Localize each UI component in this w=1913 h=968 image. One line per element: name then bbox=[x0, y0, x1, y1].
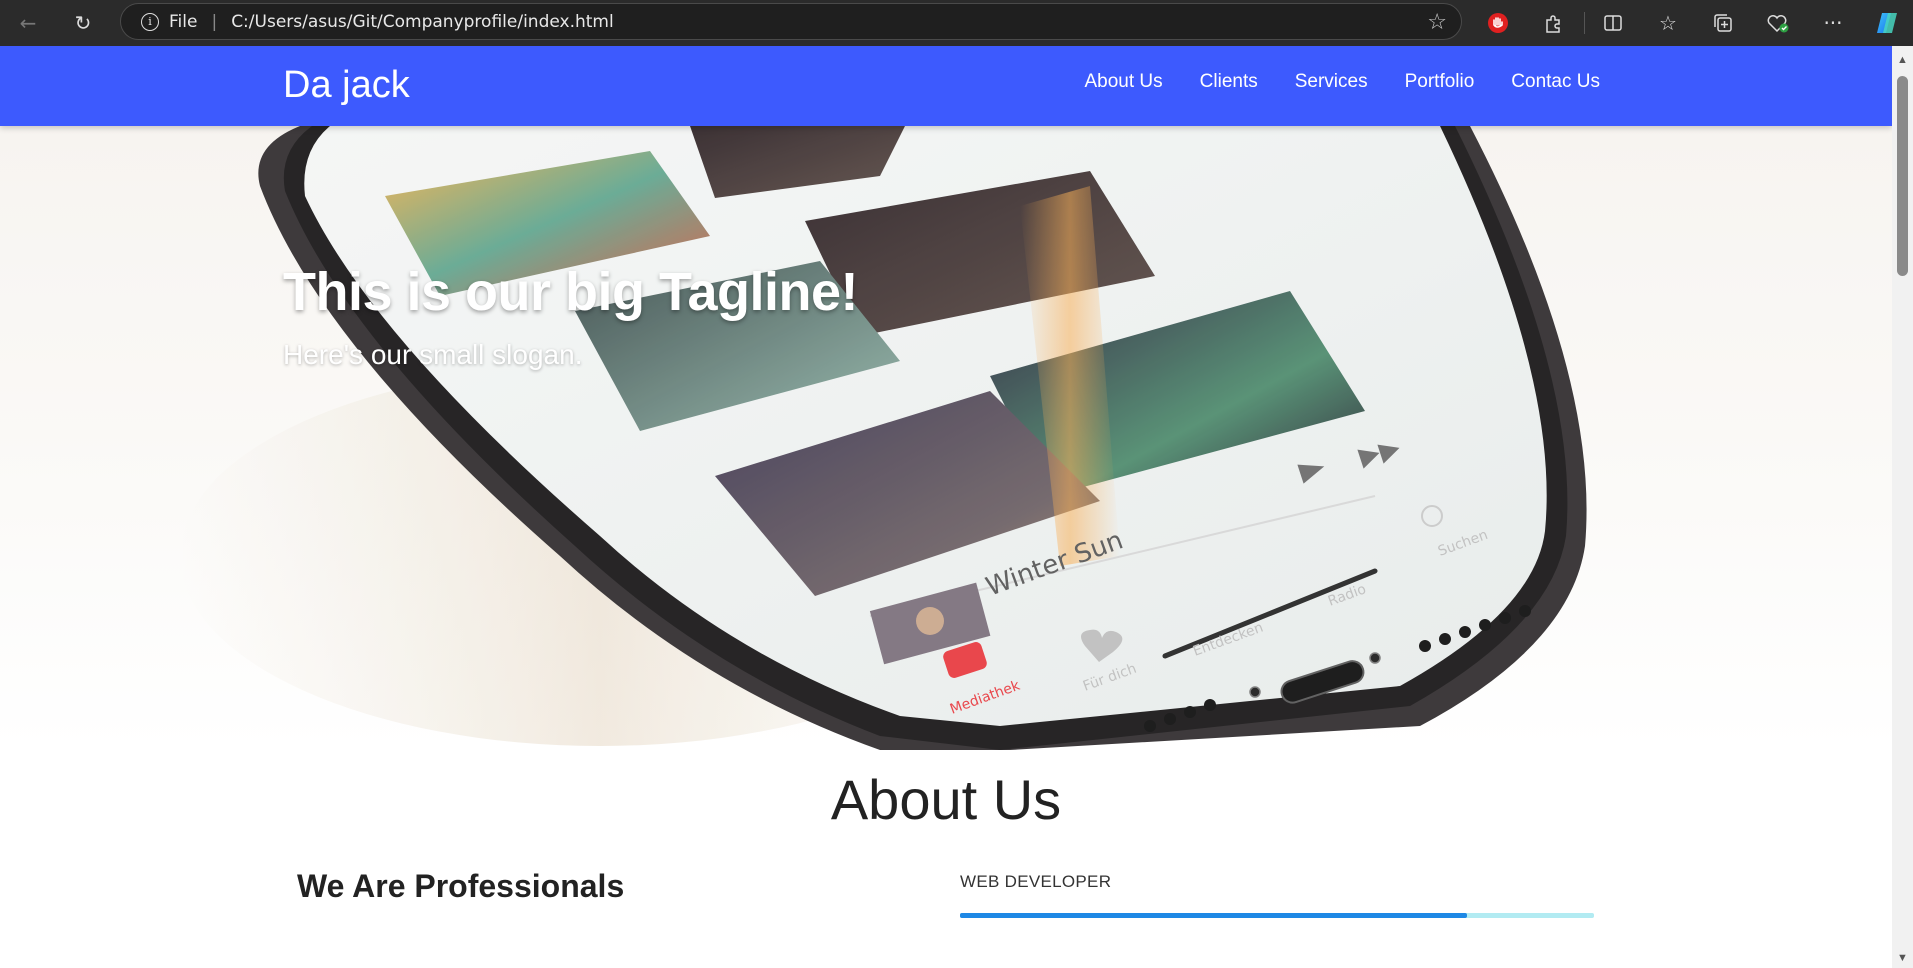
split-screen-icon[interactable] bbox=[1596, 6, 1630, 40]
browser-toolbar: ← ↻ i File | C:/Users/asus/Git/Companypr… bbox=[0, 0, 1913, 46]
scroll-down-icon[interactable]: ▼ bbox=[1897, 952, 1908, 964]
navbar: Da jack About Us Clients Services Portfo… bbox=[0, 46, 1892, 126]
nav-link-services[interactable]: Services bbox=[1295, 71, 1368, 93]
hero-slogan: Here's our small slogan. bbox=[283, 339, 583, 370]
skill-progress-bar bbox=[960, 913, 1594, 918]
copilot-icon[interactable] bbox=[1870, 6, 1904, 40]
toolbar-divider bbox=[1584, 12, 1585, 34]
page-scrollbar[interactable]: ▲ ▼ bbox=[1892, 46, 1913, 968]
nav-link-contact[interactable]: Contac Us bbox=[1511, 71, 1600, 93]
about-section-title: About Us bbox=[830, 768, 1062, 831]
nav-link-about-us[interactable]: About Us bbox=[1085, 71, 1163, 93]
nav-links: About Us Clients Services Portfolio Cont… bbox=[1085, 71, 1601, 93]
skill-progress-fill bbox=[960, 913, 1468, 918]
scroll-up-icon[interactable]: ▲ bbox=[1897, 54, 1908, 66]
back-icon[interactable]: ← bbox=[11, 6, 45, 40]
address-bar[interactable]: i File | C:/Users/asus/Git/Companyprofil… bbox=[120, 3, 1462, 40]
skill-label: WEB DEVELOPER bbox=[960, 872, 1112, 891]
address-separator: | bbox=[211, 11, 218, 32]
nav-link-portfolio[interactable]: Portfolio bbox=[1405, 71, 1475, 93]
extensions-icon[interactable] bbox=[1536, 6, 1570, 40]
hero-tagline: This is our big Tagline! bbox=[283, 262, 859, 322]
page-viewport: Winter Sun Mediathek Für dich Entdecken … bbox=[0, 46, 1892, 968]
about-subtitle: We Are Professionals bbox=[297, 868, 625, 904]
address-url[interactable]: C:/Users/asus/Git/Companyprofile/index.h… bbox=[231, 12, 614, 32]
info-icon[interactable]: i bbox=[141, 12, 159, 31]
hero-phone-image: Winter Sun Mediathek Für dich Entdecken … bbox=[0, 126, 1892, 750]
hero-section: Winter Sun Mediathek Für dich Entdecken … bbox=[0, 126, 1892, 750]
favorites-icon[interactable]: ☆ bbox=[1651, 6, 1685, 40]
star-icon[interactable]: ☆ bbox=[1427, 10, 1447, 35]
refresh-icon[interactable]: ↻ bbox=[66, 6, 100, 40]
scrollbar-thumb[interactable] bbox=[1897, 76, 1908, 276]
more-icon[interactable]: ··· bbox=[1816, 6, 1850, 40]
nav-link-clients[interactable]: Clients bbox=[1200, 71, 1258, 93]
collections-icon[interactable] bbox=[1706, 6, 1740, 40]
brand-logo[interactable]: Da jack bbox=[283, 64, 410, 107]
address-scheme: File bbox=[169, 11, 198, 32]
adblock-icon[interactable] bbox=[1481, 6, 1515, 40]
browser-essentials-icon[interactable] bbox=[1761, 6, 1795, 40]
